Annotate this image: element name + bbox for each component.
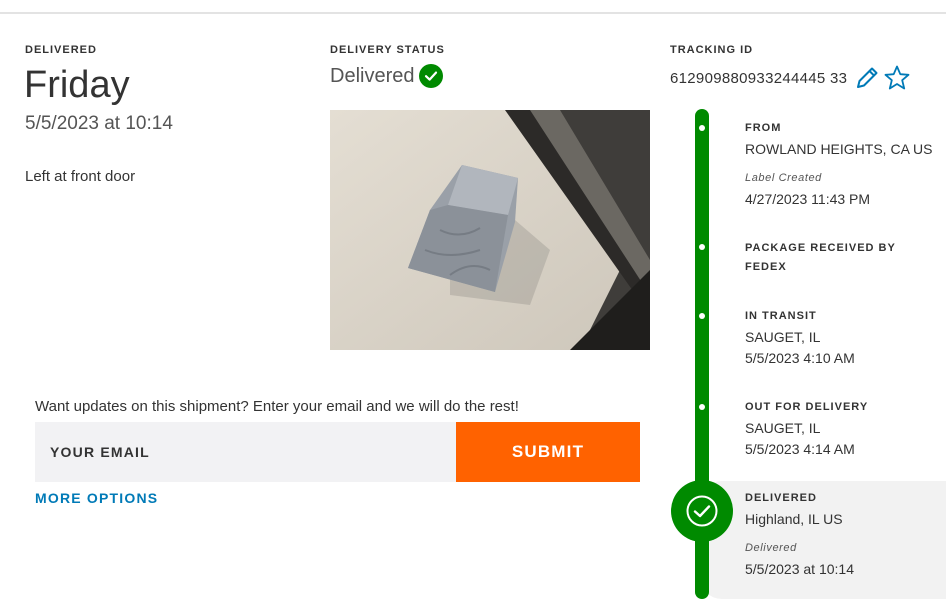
delivery-status-label: DELIVERY STATUS xyxy=(330,44,445,56)
delivery-status-value: Delivered xyxy=(330,64,415,87)
email-input[interactable] xyxy=(35,422,456,482)
timeline-delivered-time: 5/5/2023 at 10:14 xyxy=(745,561,854,577)
timeline-from-location: ROWLAND HEIGHTS, CA US xyxy=(745,141,933,157)
timeline-from-label: FROM xyxy=(745,122,782,134)
timeline-dot-transit xyxy=(699,313,705,319)
timeline-transit-time: 5/5/2023 4:10 AM xyxy=(745,350,855,366)
pencil-icon[interactable] xyxy=(853,64,881,92)
more-options-link[interactable]: MORE OPTIONS xyxy=(35,490,158,506)
timeline-label-created-time: 4/27/2023 11:43 PM xyxy=(745,191,871,207)
timeline-transit-label: IN TRANSIT xyxy=(745,310,817,322)
email-updates-prompt: Want updates on this shipment? Enter you… xyxy=(35,398,519,415)
delivery-status: Delivered xyxy=(330,64,444,88)
tracking-id-row: 612909880933244445 33 xyxy=(670,64,911,92)
timeline-delivered-location: Highland, IL US xyxy=(745,511,843,527)
timeline-dot-received xyxy=(699,244,705,250)
timeline-ofd-label: OUT FOR DELIVERY xyxy=(745,401,869,413)
timeline-received-line2: FEDEX xyxy=(745,261,787,273)
submit-button[interactable]: SUBMIT xyxy=(456,422,640,482)
delivery-day: Friday xyxy=(24,64,130,106)
tracking-id-label: TRACKING ID xyxy=(670,44,754,56)
delivered-label: DELIVERED xyxy=(25,44,97,56)
timeline-received-line1: PACKAGE RECEIVED BY xyxy=(745,242,896,254)
delivered-step-highlight xyxy=(700,481,946,599)
tracking-number: 612909880933244445 33 xyxy=(670,69,848,87)
proof-of-delivery-photo xyxy=(330,110,650,350)
timeline-ofd-time: 5/5/2023 4:14 AM xyxy=(745,441,855,457)
top-divider xyxy=(0,12,946,14)
timeline-delivered-caption: Delivered xyxy=(745,542,797,554)
check-circle-icon xyxy=(419,64,444,88)
timeline-ofd-location: SAUGET, IL xyxy=(745,420,821,436)
delivery-datetime: 5/5/2023 at 10:14 xyxy=(25,113,173,134)
delivery-location-note: Left at front door xyxy=(25,168,136,185)
timeline-delivered-label: DELIVERED xyxy=(745,492,817,504)
timeline-label-created-caption: Label Created xyxy=(745,172,822,184)
timeline-dot-out-for-delivery xyxy=(699,404,705,410)
timeline-dot-from xyxy=(699,125,705,131)
star-icon[interactable] xyxy=(883,64,911,92)
delivered-check-icon xyxy=(671,480,733,542)
timeline-transit-location: SAUGET, IL xyxy=(745,329,821,345)
